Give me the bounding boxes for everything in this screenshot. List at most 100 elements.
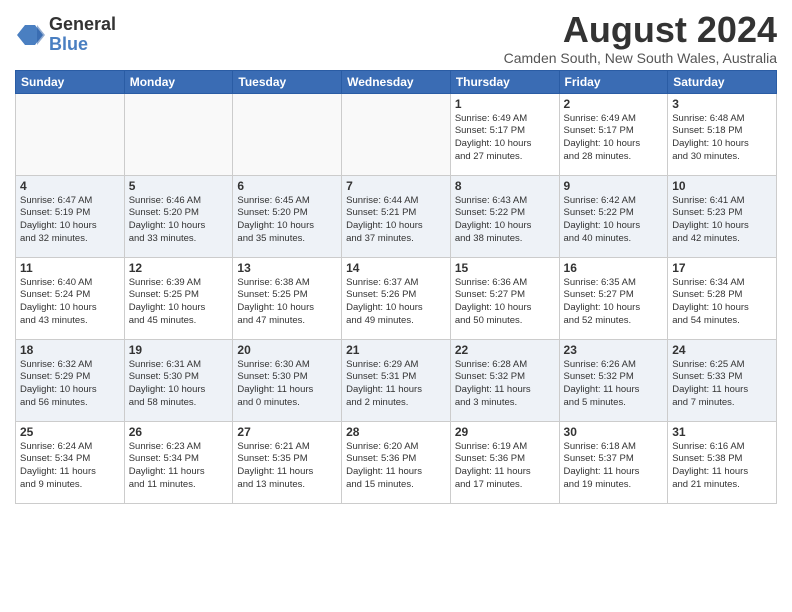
- day-header-monday: Monday: [124, 70, 233, 93]
- cell-content: and 50 minutes.: [455, 315, 555, 328]
- date-number: 17: [672, 261, 772, 275]
- cell-content: and 38 minutes.: [455, 233, 555, 246]
- calendar-cell: [16, 93, 125, 175]
- cell-content: Sunrise: 6:23 AM: [129, 441, 229, 454]
- cell-content: Daylight: 10 hours: [564, 302, 664, 315]
- date-number: 10: [672, 179, 772, 193]
- cell-content: Sunset: 5:36 PM: [346, 453, 446, 466]
- cell-content: and 17 minutes.: [455, 479, 555, 492]
- calendar-cell: 25Sunrise: 6:24 AMSunset: 5:34 PMDayligh…: [16, 421, 125, 503]
- calendar-cell: 30Sunrise: 6:18 AMSunset: 5:37 PMDayligh…: [559, 421, 668, 503]
- date-number: 31: [672, 425, 772, 439]
- cell-content: and 52 minutes.: [564, 315, 664, 328]
- cell-content: Daylight: 10 hours: [346, 220, 446, 233]
- cell-content: Sunrise: 6:46 AM: [129, 195, 229, 208]
- cell-content: Daylight: 11 hours: [129, 466, 229, 479]
- calendar-cell: 11Sunrise: 6:40 AMSunset: 5:24 PMDayligh…: [16, 257, 125, 339]
- cell-content: Daylight: 10 hours: [129, 220, 229, 233]
- logo-icon: [15, 20, 45, 50]
- cell-content: Daylight: 11 hours: [455, 466, 555, 479]
- calendar-cell: 1Sunrise: 6:49 AMSunset: 5:17 PMDaylight…: [450, 93, 559, 175]
- date-number: 26: [129, 425, 229, 439]
- cell-content: Sunset: 5:38 PM: [672, 453, 772, 466]
- calendar-cell: 6Sunrise: 6:45 AMSunset: 5:20 PMDaylight…: [233, 175, 342, 257]
- date-number: 24: [672, 343, 772, 357]
- date-number: 20: [237, 343, 337, 357]
- cell-content: Sunrise: 6:20 AM: [346, 441, 446, 454]
- cell-content: and 27 minutes.: [455, 151, 555, 164]
- cell-content: Sunset: 5:30 PM: [129, 371, 229, 384]
- cell-content: Sunrise: 6:49 AM: [455, 113, 555, 126]
- cell-content: Daylight: 11 hours: [346, 466, 446, 479]
- date-number: 14: [346, 261, 446, 275]
- date-number: 4: [20, 179, 120, 193]
- month-title: August 2024: [504, 10, 777, 50]
- cell-content: Sunrise: 6:28 AM: [455, 359, 555, 372]
- cell-content: Sunset: 5:21 PM: [346, 207, 446, 220]
- day-header-friday: Friday: [559, 70, 668, 93]
- cell-content: Daylight: 11 hours: [237, 466, 337, 479]
- cell-content: Sunset: 5:18 PM: [672, 125, 772, 138]
- cell-content: Daylight: 10 hours: [564, 220, 664, 233]
- cell-content: and 0 minutes.: [237, 397, 337, 410]
- cell-content: Daylight: 11 hours: [237, 384, 337, 397]
- cell-content: and 13 minutes.: [237, 479, 337, 492]
- cell-content: Sunrise: 6:48 AM: [672, 113, 772, 126]
- cell-content: Sunset: 5:31 PM: [346, 371, 446, 384]
- date-number: 18: [20, 343, 120, 357]
- cell-content: Sunrise: 6:32 AM: [20, 359, 120, 372]
- calendar-cell: 3Sunrise: 6:48 AMSunset: 5:18 PMDaylight…: [668, 93, 777, 175]
- cell-content: Sunrise: 6:29 AM: [346, 359, 446, 372]
- calendar-cell: 2 Sunrise: 6:49 AMSunset: 5:17 PMDaylight…: [559, 93, 668, 175]
- date-number: 11: [20, 261, 120, 275]
- cell-content: Daylight: 10 hours: [455, 138, 555, 151]
- cell-content: Sunset: 5:32 PM: [564, 371, 664, 384]
- cell-content: Daylight: 10 hours: [672, 302, 772, 315]
- cell-content: Sunset: 5:36 PM: [455, 453, 555, 466]
- calendar-cell: 27Sunrise: 6:21 AMSunset: 5:35 PMDayligh…: [233, 421, 342, 503]
- cell-content: and 47 minutes.: [237, 315, 337, 328]
- cell-content: and 9 minutes.: [20, 479, 120, 492]
- cell-content: Daylight: 10 hours: [672, 220, 772, 233]
- week-row-1: 1Sunrise: 6:49 AMSunset: 5:17 PMDaylight…: [16, 93, 777, 175]
- calendar-cell: 17Sunrise: 6:34 AMSunset: 5:28 PMDayligh…: [668, 257, 777, 339]
- calendar-cell: 19Sunrise: 6:31 AMSunset: 5:30 PMDayligh…: [124, 339, 233, 421]
- cell-content: Daylight: 10 hours: [20, 302, 120, 315]
- cell-content: Sunset: 5:17 PM: [455, 125, 555, 138]
- location-subtitle: Camden South, New South Wales, Australia: [504, 50, 777, 66]
- calendar-cell: 20Sunrise: 6:30 AMSunset: 5:30 PMDayligh…: [233, 339, 342, 421]
- cell-content: Sunrise: 6:30 AM: [237, 359, 337, 372]
- cell-content: Daylight: 10 hours: [564, 138, 664, 151]
- week-row-3: 11Sunrise: 6:40 AMSunset: 5:24 PMDayligh…: [16, 257, 777, 339]
- date-number: 22: [455, 343, 555, 357]
- cell-content: Daylight: 10 hours: [20, 220, 120, 233]
- date-number: 9: [564, 179, 664, 193]
- date-number: 2: [564, 97, 664, 111]
- calendar-cell: 26Sunrise: 6:23 AMSunset: 5:34 PMDayligh…: [124, 421, 233, 503]
- date-number: 6: [237, 179, 337, 193]
- week-row-4: 18Sunrise: 6:32 AMSunset: 5:29 PMDayligh…: [16, 339, 777, 421]
- date-number: 13: [237, 261, 337, 275]
- cell-content: and 15 minutes.: [346, 479, 446, 492]
- cell-content: Sunset: 5:37 PM: [564, 453, 664, 466]
- calendar-cell: 22Sunrise: 6:28 AMSunset: 5:32 PMDayligh…: [450, 339, 559, 421]
- calendar-cell: 16Sunrise: 6:35 AMSunset: 5:27 PMDayligh…: [559, 257, 668, 339]
- cell-content: Daylight: 11 hours: [20, 466, 120, 479]
- cell-content: Daylight: 10 hours: [20, 384, 120, 397]
- calendar-cell: 31Sunrise: 6:16 AMSunset: 5:38 PMDayligh…: [668, 421, 777, 503]
- cell-content: Sunrise: 6:18 AM: [564, 441, 664, 454]
- cell-content: and 11 minutes.: [129, 479, 229, 492]
- calendar-cell: 12Sunrise: 6:39 AMSunset: 5:25 PMDayligh…: [124, 257, 233, 339]
- date-number: 5: [129, 179, 229, 193]
- cell-content: Daylight: 11 hours: [346, 384, 446, 397]
- cell-content: Sunset: 5:24 PM: [20, 289, 120, 302]
- cell-content: Sunrise: 6:26 AM: [564, 359, 664, 372]
- calendar-cell: 4Sunrise: 6:47 AMSunset: 5:19 PMDaylight…: [16, 175, 125, 257]
- cell-content: Sunset: 5:17 PM: [564, 125, 664, 138]
- date-number: 30: [564, 425, 664, 439]
- cell-content: Sunset: 5:26 PM: [346, 289, 446, 302]
- cell-content: and 19 minutes.: [564, 479, 664, 492]
- cell-content: Sunrise: 6:37 AM: [346, 277, 446, 290]
- cell-content: and 33 minutes.: [129, 233, 229, 246]
- cell-content: Sunrise: 6:49 AM: [564, 113, 664, 126]
